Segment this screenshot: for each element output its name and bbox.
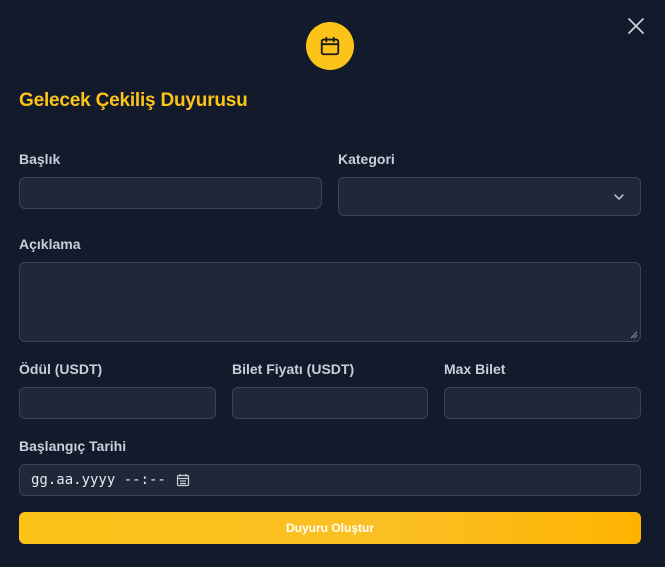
max-ticket-input[interactable]	[444, 387, 641, 419]
description-label: Açıklama	[19, 236, 81, 252]
start-date-placeholder: gg.aa.yyyy --:--	[31, 472, 166, 488]
ticket-price-input[interactable]	[232, 387, 428, 419]
prize-label: Ödül (USDT)	[19, 361, 103, 377]
start-date-input[interactable]: gg.aa.yyyy --:--	[19, 464, 641, 496]
chevron-down-icon	[614, 193, 624, 200]
close-button[interactable]	[624, 14, 648, 38]
description-textarea[interactable]	[19, 262, 641, 342]
prize-input[interactable]	[19, 387, 216, 419]
calendar-badge	[306, 22, 354, 70]
create-announcement-button[interactable]: Duyuru Oluştur	[19, 512, 641, 544]
start-date-label: Başlangıç Tarihi	[19, 438, 127, 454]
resize-handle-icon[interactable]	[630, 331, 638, 339]
close-icon	[628, 18, 644, 34]
calendar-icon	[320, 36, 340, 56]
title-input[interactable]	[19, 177, 322, 209]
category-select[interactable]	[338, 177, 641, 216]
title-label: Başlık	[19, 151, 61, 167]
dialog-title: Gelecek Çekiliş Duyurusu	[19, 90, 248, 111]
calendar-picker-icon[interactable]	[176, 473, 190, 487]
ticket-price-label: Bilet Fiyatı (USDT)	[232, 361, 355, 377]
max-ticket-label: Max Bilet	[444, 361, 506, 377]
category-label: Kategori	[338, 151, 395, 167]
